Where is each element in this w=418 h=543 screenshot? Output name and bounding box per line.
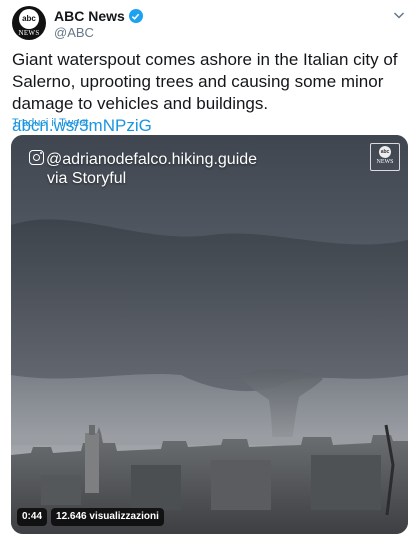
credit-handle-line: @adrianodefalco.hiking.guide xyxy=(29,150,257,169)
watermark-logo-text: abc xyxy=(379,146,391,158)
tweet-header: abc NEWS ABC News @ABC xyxy=(12,6,408,40)
avatar[interactable]: abc NEWS xyxy=(12,6,46,40)
video-badges: 0:44 12.646 visualizzazioni xyxy=(17,508,164,526)
credit-via: via Storyful xyxy=(47,170,127,187)
user-handle[interactable]: @ABC xyxy=(54,25,94,40)
verified-badge-icon xyxy=(128,9,143,23)
name-row: ABC News xyxy=(54,8,143,24)
display-name[interactable]: ABC News xyxy=(54,8,125,24)
abc-news-watermark: abc NEWS xyxy=(370,143,400,171)
video-player[interactable]: @adrianodefalco.hiking.guide via Storyfu… xyxy=(11,135,408,534)
video-views-badge: 12.646 visualizzazioni xyxy=(51,508,164,526)
tweet-body: Giant waterspout comes ashore in the Ita… xyxy=(12,50,398,113)
video-credit: @adrianodefalco.hiking.guide via Storyfu… xyxy=(29,150,257,188)
avatar-news-text: NEWS xyxy=(18,29,40,37)
avatar-logo-text: abc xyxy=(19,9,39,29)
chevron-down-icon[interactable] xyxy=(392,8,406,22)
watermark-news-text: NEWS xyxy=(376,159,394,165)
credit-handle: @adrianodefalco.hiking.guide xyxy=(46,151,258,168)
video-duration-badge: 0:44 xyxy=(17,508,48,526)
instagram-icon xyxy=(29,150,44,165)
video-frame-waterspout xyxy=(11,135,408,534)
translate-tweet-link[interactable]: Traduci il Tweet xyxy=(12,117,88,129)
